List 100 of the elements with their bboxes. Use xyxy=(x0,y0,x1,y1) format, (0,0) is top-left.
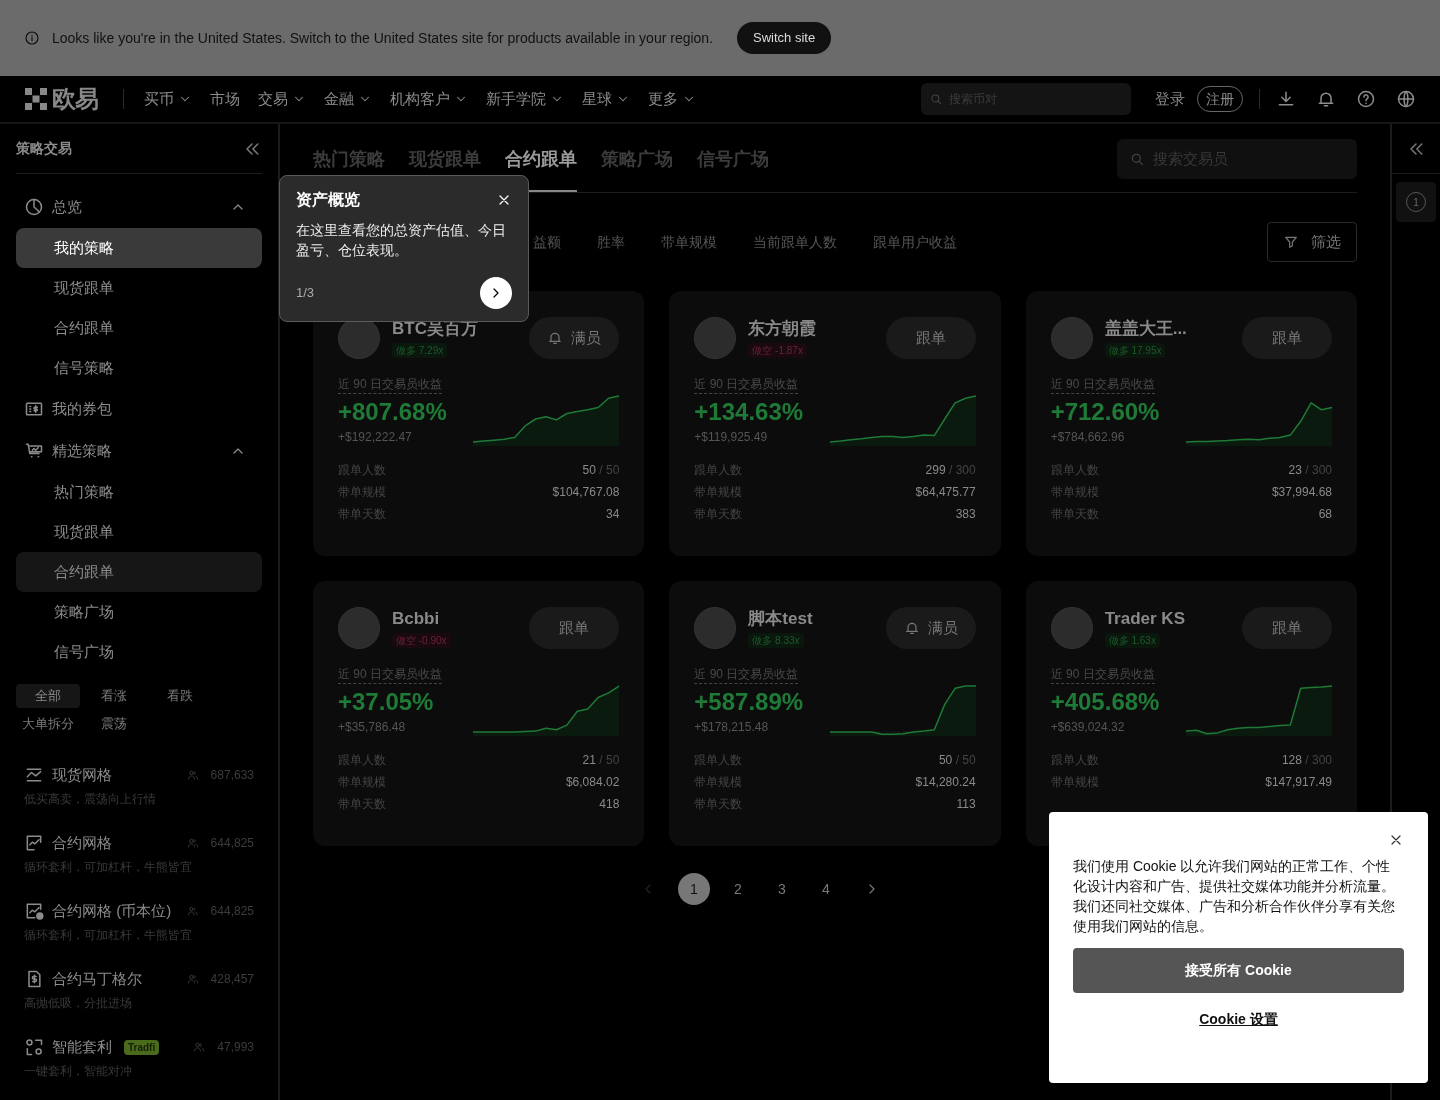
stat-value: 128 / 300 xyxy=(1281,752,1332,769)
page-button[interactable]: 2 xyxy=(722,873,754,905)
step-counter: 1/3 xyxy=(296,284,315,303)
globe-icon[interactable] xyxy=(1396,89,1416,109)
strategy-name: 合约网格 (币本位) xyxy=(52,900,172,921)
sidebar-item[interactable]: 现货跟单 xyxy=(16,512,262,552)
nav-menu-item[interactable]: 市场 xyxy=(209,87,240,111)
trader-name: 东方朝霞 xyxy=(748,318,817,339)
next-button[interactable] xyxy=(480,277,512,309)
sidebar-item[interactable]: 现货跟单 xyxy=(16,268,262,308)
stat-value: 50 / 50 xyxy=(938,752,976,769)
sidebar-group[interactable]: 精选策略 xyxy=(16,430,262,472)
logo-text: 欧易 xyxy=(52,84,99,114)
stat-value: 34 xyxy=(605,506,620,523)
cart-icon xyxy=(24,441,44,461)
sidebar-item[interactable]: 我的策略 xyxy=(16,228,262,268)
return-percent: +405.68% xyxy=(1050,687,1160,717)
banner-message: Looks like you're in the United States. Switch to the United States site for products available in your region. xyxy=(52,28,714,48)
cookie-settings-link[interactable]: Cookie 设置 xyxy=(1199,1009,1278,1030)
avatar xyxy=(1050,607,1093,649)
follow-button[interactable]: 跟单 xyxy=(885,317,976,359)
trader-name: Bcbbi xyxy=(392,608,440,629)
nav-menu-item[interactable]: 金融 xyxy=(323,87,372,111)
page-button[interactable]: 4 xyxy=(810,873,842,905)
sidebar-group[interactable]: 我的券包 xyxy=(16,388,262,430)
stat-value: $14,280.24 xyxy=(915,774,976,791)
trader-name: 脚本test xyxy=(748,608,813,629)
stat-value: 21 / 50 xyxy=(582,752,620,769)
users-icon xyxy=(193,1041,206,1053)
logo-icon xyxy=(24,87,48,111)
bell-icon xyxy=(547,330,564,346)
leverage-tag: 做空 -0.90x xyxy=(392,632,451,648)
full-button[interactable]: 满员 xyxy=(885,607,976,649)
return-amount: +$178,215.48 xyxy=(694,719,769,736)
info-icon xyxy=(24,30,40,46)
leverage-tag: 做多 8.33x xyxy=(748,632,804,648)
return-percent: +37.05% xyxy=(338,687,434,717)
help-icon[interactable] xyxy=(1356,89,1376,109)
stat-value: 68 xyxy=(1318,506,1332,523)
sidebar-item[interactable]: 信号广场 xyxy=(16,632,262,672)
filter-button[interactable]: 筛选 xyxy=(1267,222,1357,262)
user-count: 644,825 xyxy=(210,903,254,920)
leverage-tag: 做空 -1.87x xyxy=(748,342,807,358)
nav-menu-item[interactable]: 交易 xyxy=(257,87,306,111)
filter-chip[interactable]: 看涨 xyxy=(82,684,146,708)
follow-button[interactable]: 跟单 xyxy=(1242,607,1332,649)
filter-chip[interactable]: 看跌 xyxy=(148,684,212,708)
filter-chip[interactable]: 大单拆分 xyxy=(16,712,80,736)
stat-value: 113 xyxy=(956,796,976,813)
filter-chip[interactable]: 全部 xyxy=(16,684,80,708)
user-count: 428,457 xyxy=(210,971,254,988)
sidebar-item[interactable]: 策略广场 xyxy=(16,592,262,632)
return-percent: +587.89% xyxy=(694,687,804,717)
chart-icon xyxy=(24,901,44,921)
strategy-name: 智能套利 xyxy=(52,1036,112,1057)
page-button[interactable]: 3 xyxy=(766,873,798,905)
strategy-name: 合约马丁格尔 xyxy=(52,968,142,989)
return-amount: +$784,662.96 xyxy=(1050,429,1125,446)
sidebar-title: 策略交易 xyxy=(16,139,72,158)
return-amount: +$35,786.48 xyxy=(338,719,406,736)
users-icon xyxy=(186,973,199,985)
page-button[interactable]: 1 xyxy=(678,873,710,905)
nav-menu-item[interactable]: 更多 xyxy=(647,87,696,111)
filter-chip[interactable]: 震荡 xyxy=(82,712,146,736)
switch-site-button[interactable]: Switch site xyxy=(737,22,832,54)
stat-value: 299 / 300 xyxy=(925,462,976,479)
strategy-name: 现货网格 xyxy=(52,764,112,785)
user-count: 644,825 xyxy=(210,835,254,852)
full-button[interactable]: 满员 xyxy=(529,317,620,359)
return-amount: +$192,222.47 xyxy=(338,429,412,446)
sidebar-item[interactable]: 信号策略 xyxy=(16,348,262,388)
nav-menu-item[interactable]: 机构客户 xyxy=(389,87,468,111)
search-icon xyxy=(929,92,943,106)
user-count: 47,993 xyxy=(217,1039,254,1056)
nav-menu-item[interactable]: 新手学院 xyxy=(485,87,564,111)
filter-icon xyxy=(1283,234,1299,250)
users-icon xyxy=(187,905,199,917)
download-icon[interactable] xyxy=(1276,89,1296,109)
tooltip-body: 在这里查看您的总资产估值、今日盈亏、仓位表现。 xyxy=(296,221,507,260)
chart-icon xyxy=(24,833,44,853)
sidebar-item[interactable]: 合约跟单 xyxy=(16,552,262,592)
leverage-tag: 做多 7.29x xyxy=(392,342,448,358)
follow-button[interactable]: 跟单 xyxy=(1242,317,1332,359)
sidebar-item[interactable]: 合约跟单 xyxy=(16,308,262,348)
avatar xyxy=(338,607,380,649)
accept-cookies-button[interactable]: 接受所有 Cookie xyxy=(1073,948,1404,993)
nav-menu-item[interactable]: 星球 xyxy=(581,87,630,111)
coupon-icon xyxy=(24,399,44,419)
sidebar-item[interactable]: 热门策略 xyxy=(16,472,262,512)
leverage-tag: 做多 1.63x xyxy=(1104,632,1160,648)
stat-value: 23 / 300 xyxy=(1288,462,1332,479)
sidebar-group[interactable]: 总览 xyxy=(16,186,262,228)
counter-button[interactable]: 1 xyxy=(1396,182,1436,222)
stat-value: $147,917.49 xyxy=(1265,774,1332,791)
return-percent: +807.68% xyxy=(338,397,447,427)
nav-menu-item[interactable]: 买币 xyxy=(143,87,192,111)
stat-value: 383 xyxy=(955,506,976,523)
login-link[interactable]: 登录 xyxy=(1155,87,1185,111)
avatar xyxy=(694,607,737,649)
follow-button[interactable]: 跟单 xyxy=(529,607,620,649)
